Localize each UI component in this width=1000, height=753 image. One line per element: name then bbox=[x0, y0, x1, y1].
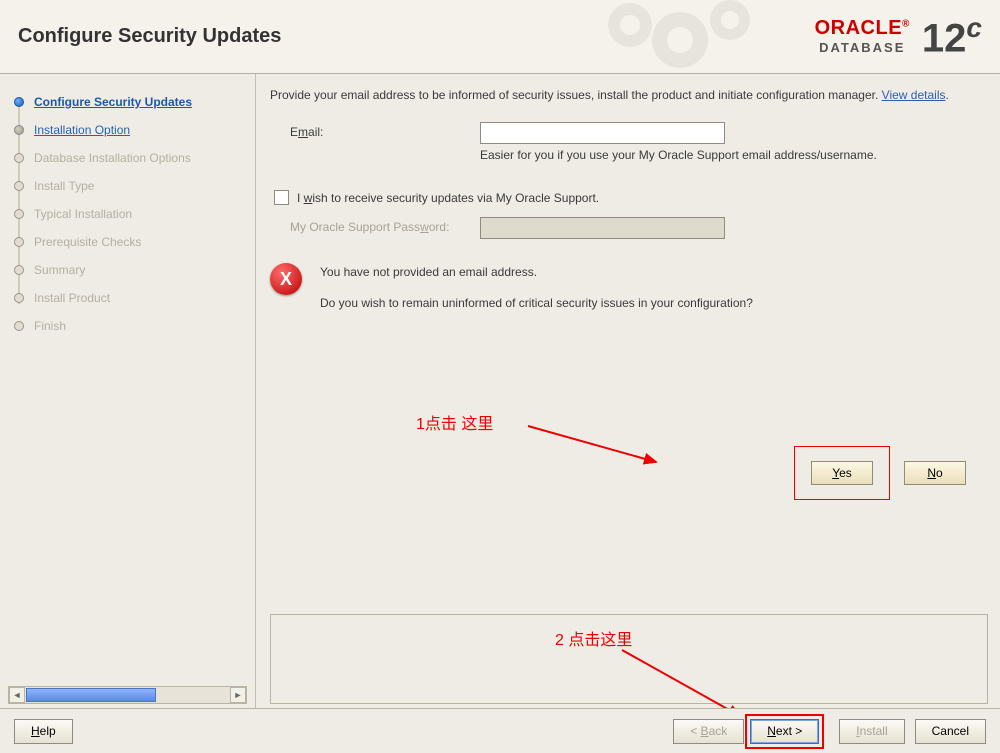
step-prerequisite-checks: Prerequisite Checks bbox=[14, 228, 255, 256]
step-install-type: Install Type bbox=[14, 172, 255, 200]
step-install-product: Install Product bbox=[14, 284, 255, 312]
footer: Help < Back Next > Install Cancel bbox=[0, 708, 1000, 753]
error-icon: X bbox=[270, 263, 302, 295]
receive-updates-checkbox[interactable] bbox=[274, 190, 289, 205]
step-bullet-icon bbox=[14, 293, 24, 303]
email-input[interactable] bbox=[480, 122, 725, 144]
password-label: My Oracle Support Password: bbox=[270, 217, 480, 234]
step-installation-option[interactable]: Installation Option bbox=[14, 116, 255, 144]
scroll-left-icon[interactable]: ◄ bbox=[9, 687, 25, 703]
email-label: Email: bbox=[270, 122, 480, 139]
step-bullet-icon bbox=[14, 321, 24, 331]
checkbox-label: I wish to receive security updates via M… bbox=[297, 191, 599, 205]
brand-logo: ORACLE® DATABASE 12c bbox=[815, 12, 982, 61]
install-button: Install bbox=[839, 719, 904, 744]
scroll-right-icon[interactable]: ► bbox=[230, 687, 246, 703]
step-typical-installation: Typical Installation bbox=[14, 200, 255, 228]
step-bullet-icon bbox=[14, 237, 24, 247]
back-button: < Back bbox=[673, 719, 744, 744]
step-bullet-icon bbox=[14, 181, 24, 191]
page-title: Configure Security Updates bbox=[18, 25, 281, 48]
yes-annotation-box: Yes bbox=[794, 446, 890, 500]
step-bullet-icon bbox=[14, 153, 24, 163]
sidebar-horizontal-scrollbar[interactable]: ◄ ► bbox=[8, 686, 247, 704]
yes-button[interactable]: Yes bbox=[811, 461, 873, 485]
step-bullet-icon bbox=[14, 97, 24, 107]
step-bullet-icon bbox=[14, 209, 24, 219]
step-database-installation-options: Database Installation Options bbox=[14, 144, 255, 172]
scroll-thumb[interactable] bbox=[26, 688, 156, 702]
header: Configure Security Updates ORACLE® DATAB… bbox=[0, 0, 1000, 74]
gear-decor-icon bbox=[590, 0, 770, 83]
help-button[interactable]: Help bbox=[14, 719, 73, 744]
dialog-message: You have not provided an email address. … bbox=[320, 263, 753, 325]
annotation-1: 1点击 这里 bbox=[416, 410, 493, 434]
next-button[interactable]: Next > bbox=[750, 719, 819, 744]
email-hint: Easier for you if you use your My Oracle… bbox=[480, 148, 880, 162]
wizard-sidebar: Configure Security Updates Installation … bbox=[0, 74, 256, 708]
cancel-button[interactable]: Cancel bbox=[915, 719, 986, 744]
step-summary: Summary bbox=[14, 256, 255, 284]
annotation-2: 2 点击这里 bbox=[555, 626, 632, 650]
no-button[interactable]: No bbox=[904, 461, 966, 485]
mos-password-input bbox=[480, 217, 725, 239]
view-details-link[interactable]: View details bbox=[882, 88, 946, 102]
step-bullet-icon bbox=[14, 125, 24, 135]
step-finish: Finish bbox=[14, 312, 255, 340]
intro-text: Provide your email address to be informe… bbox=[270, 86, 980, 104]
step-bullet-icon bbox=[14, 265, 24, 275]
step-configure-security-updates[interactable]: Configure Security Updates bbox=[14, 88, 255, 116]
content-panel: Provide your email address to be informe… bbox=[256, 74, 1000, 708]
